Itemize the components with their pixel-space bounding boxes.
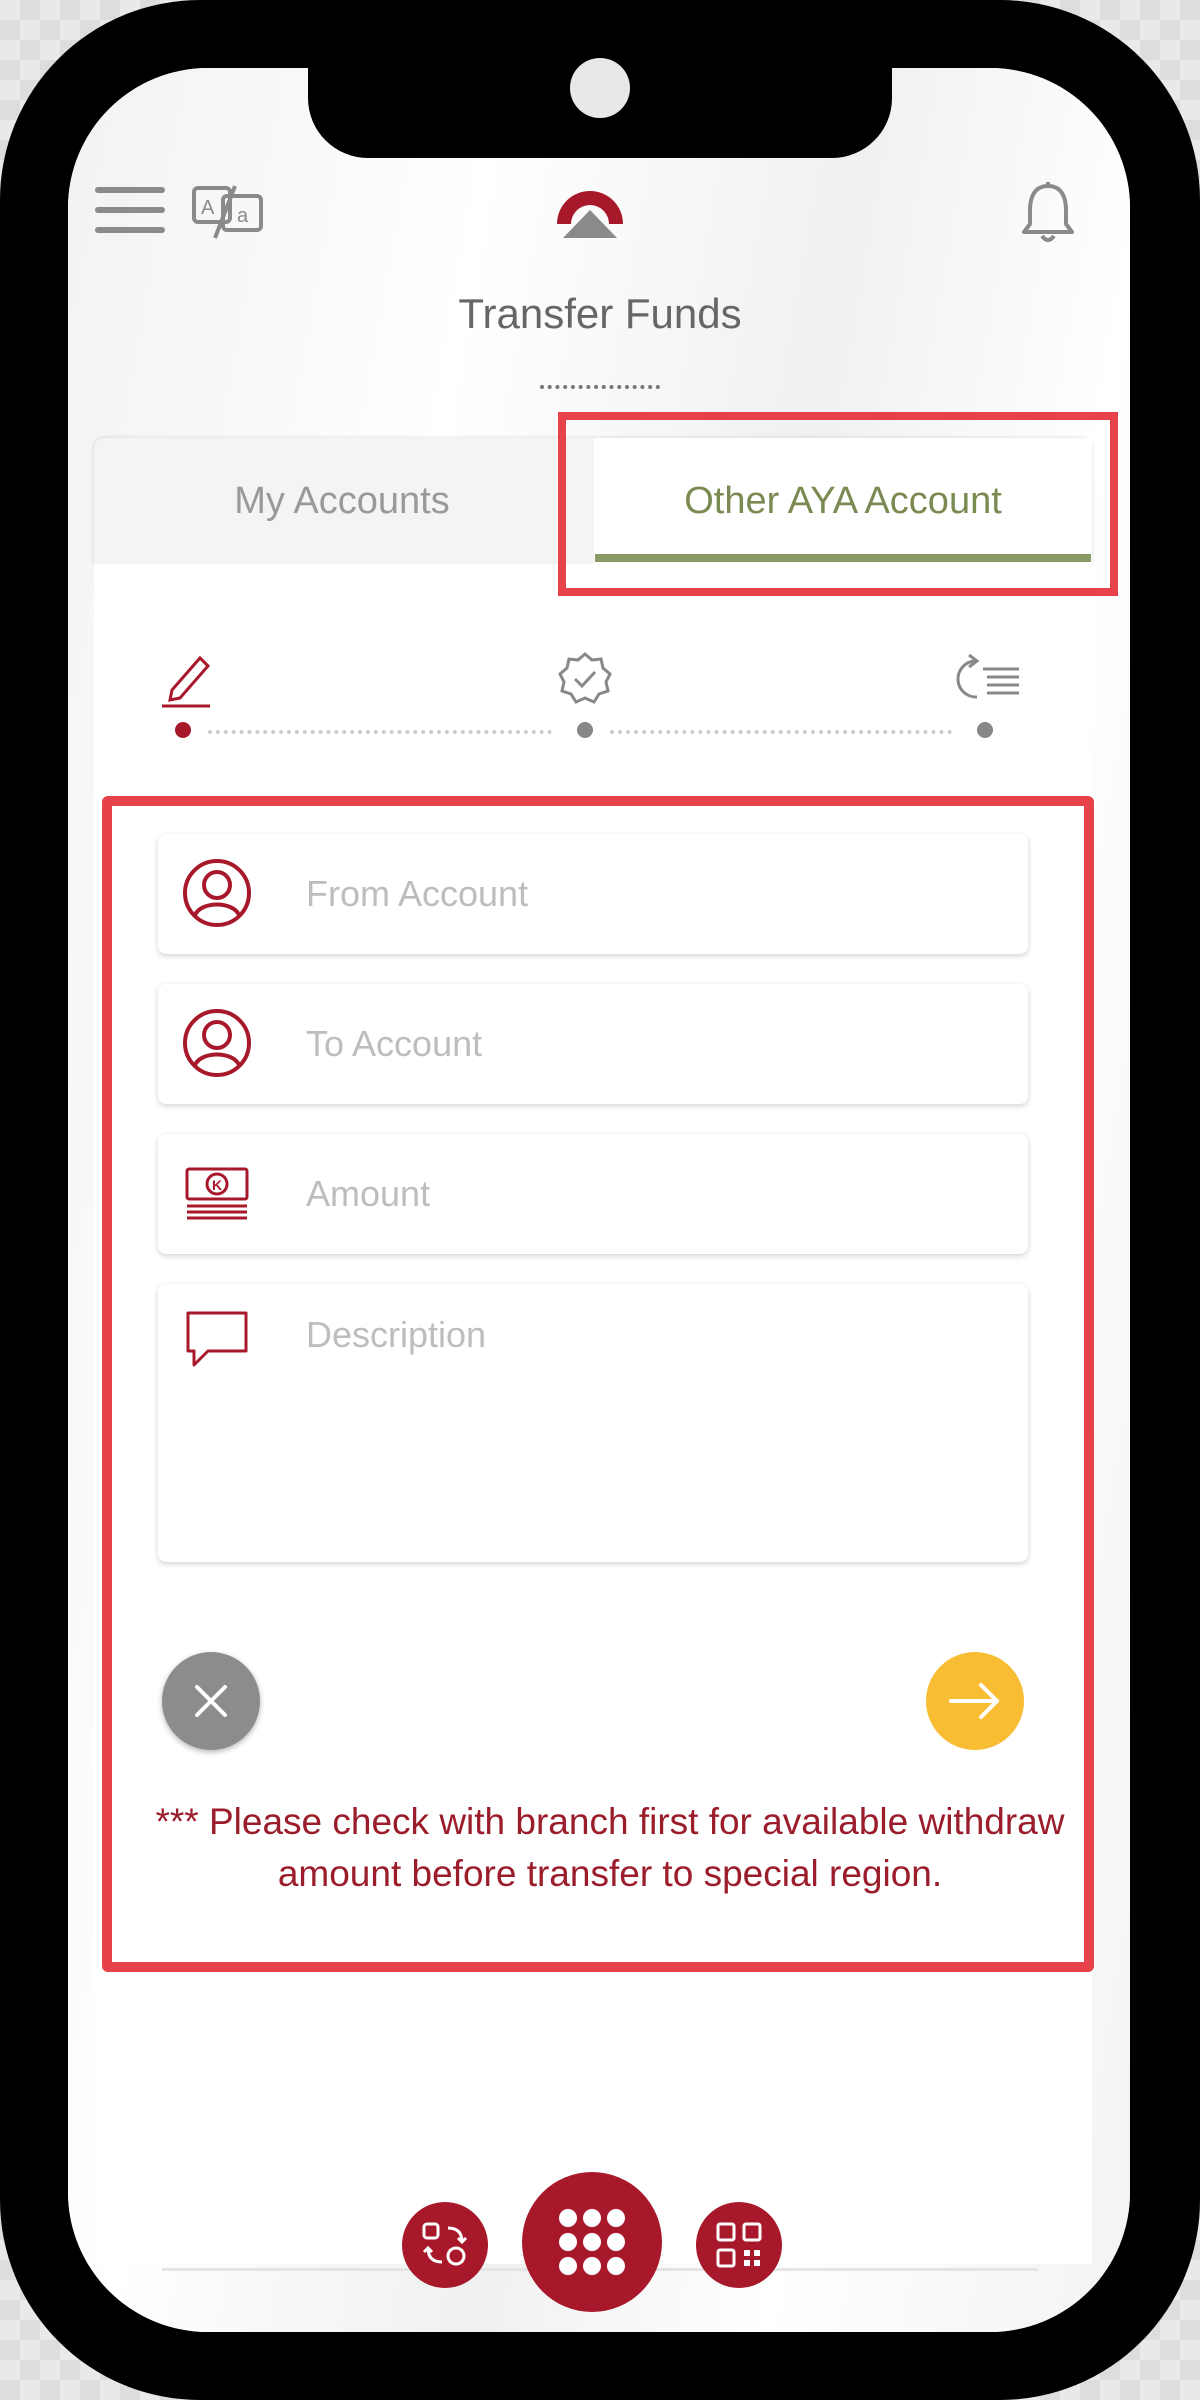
verified-badge-icon <box>556 650 614 708</box>
apps-grid-icon <box>559 2209 625 2275</box>
step-dot-current <box>175 722 191 738</box>
camera-icon <box>570 58 630 118</box>
qr-code-icon <box>716 2222 762 2268</box>
step-dot <box>977 722 993 738</box>
tab-highlight-box <box>558 412 1118 596</box>
step-connector <box>610 730 952 734</box>
bell-icon[interactable] <box>1018 178 1078 248</box>
aya-logo <box>552 172 628 250</box>
translate-icon[interactable]: A a <box>190 180 266 244</box>
step-connector <box>208 730 552 734</box>
hamburger-icon[interactable] <box>92 180 168 240</box>
exchange-icon <box>422 2222 468 2266</box>
edit-pencil-icon <box>156 648 216 710</box>
tab-my-accounts[interactable]: My Accounts <box>94 438 590 564</box>
title-divider <box>540 385 660 389</box>
page-title: Transfer Funds <box>458 290 742 337</box>
svg-text:a: a <box>237 205 249 227</box>
exchange-button[interactable] <box>402 2202 488 2288</box>
apps-menu-button[interactable] <box>522 2172 662 2312</box>
step-dot <box>577 722 593 738</box>
form-highlight-box <box>102 796 1094 1972</box>
qr-scan-button[interactable] <box>696 2202 782 2288</box>
svg-text:A: A <box>201 197 215 219</box>
transfer-list-icon <box>952 652 1022 708</box>
